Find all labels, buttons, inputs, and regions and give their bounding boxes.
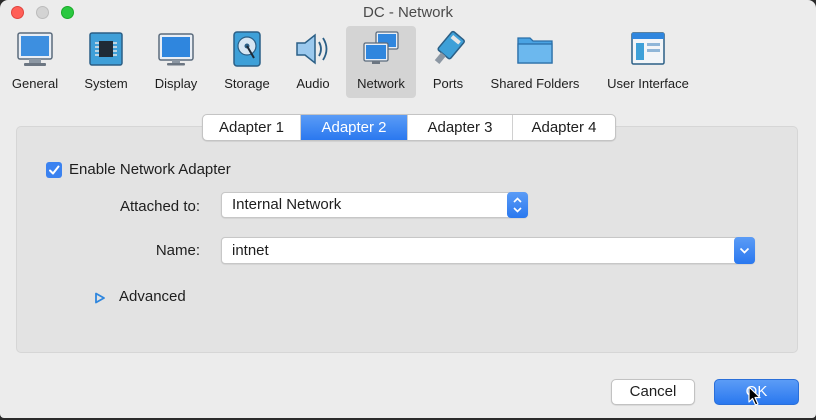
- window-title: DC - Network: [362, 4, 453, 21]
- toolbar-item-label: Network: [357, 76, 405, 91]
- toolbar-item-general[interactable]: General: [6, 26, 64, 98]
- settings-toolbar: General System Display Storage Audio Net…: [0, 26, 816, 98]
- toolbar-item-audio[interactable]: Audio: [290, 26, 336, 98]
- settings-window: DC - Network General System Display Stor…: [0, 0, 816, 418]
- enable-network-adapter-checkbox[interactable]: [46, 162, 62, 178]
- network-name-value: intnet: [232, 242, 269, 259]
- toolbar-item-label: Storage: [224, 76, 270, 91]
- cancel-button[interactable]: Cancel: [611, 379, 695, 405]
- checkmark-icon: [49, 165, 60, 175]
- toolbar-item-user-interface[interactable]: User Interface: [600, 26, 696, 98]
- display-monitor-icon: [156, 30, 196, 68]
- tab-adapter-4[interactable]: Adapter 4: [513, 115, 615, 140]
- attached-to-select[interactable]: Internal Network: [221, 192, 528, 218]
- title-bar: DC - Network: [0, 0, 816, 26]
- user-interface-icon: [628, 30, 668, 68]
- attached-to-label: Attached to:: [119, 198, 200, 215]
- updown-chevron-icon: [507, 192, 528, 218]
- mouse-pointer-icon: [748, 386, 762, 411]
- tab-adapter-2[interactable]: Adapter 2: [301, 115, 408, 140]
- toolbar-item-system[interactable]: System: [78, 26, 134, 98]
- toolbar-item-ports[interactable]: Ports: [424, 26, 472, 98]
- toolbar-item-shared-folders[interactable]: Shared Folders: [486, 26, 584, 98]
- chevron-down-icon[interactable]: [734, 237, 755, 264]
- attached-to-value: Internal Network: [232, 196, 342, 213]
- toolbar-item-label: Shared Folders: [490, 76, 580, 91]
- tab-adapter-3[interactable]: Adapter 3: [408, 115, 513, 140]
- advanced-toggle-label[interactable]: Advanced: [119, 288, 186, 305]
- name-label: Name:: [155, 242, 200, 259]
- network-name-combobox[interactable]: intnet: [221, 237, 755, 264]
- toolbar-item-storage[interactable]: Storage: [218, 26, 276, 98]
- toolbar-item-display[interactable]: Display: [148, 26, 204, 98]
- toolbar-item-label: User Interface: [607, 76, 689, 91]
- disclosure-triangle-icon[interactable]: [94, 291, 106, 309]
- network-icon: [361, 30, 401, 68]
- toolbar-item-label: System: [84, 76, 128, 91]
- storage-disk-icon: [227, 30, 267, 68]
- toolbar-item-network[interactable]: Network: [346, 26, 416, 98]
- adapter-tabs: Adapter 1 Adapter 2 Adapter 3 Adapter 4: [202, 114, 616, 141]
- toolbar-item-label: Ports: [432, 76, 464, 91]
- shared-folder-icon: [515, 30, 555, 68]
- general-icon: [15, 30, 55, 68]
- tab-adapter-1[interactable]: Adapter 1: [203, 115, 301, 140]
- toolbar-item-label: Display: [154, 76, 198, 91]
- ports-connector-icon: [428, 30, 468, 68]
- enable-network-adapter-label[interactable]: Enable Network Adapter: [69, 161, 231, 178]
- audio-speaker-icon: [293, 30, 333, 68]
- system-chip-icon: [86, 30, 126, 68]
- toolbar-item-label: General: [11, 76, 59, 91]
- toolbar-item-label: Audio: [296, 76, 330, 91]
